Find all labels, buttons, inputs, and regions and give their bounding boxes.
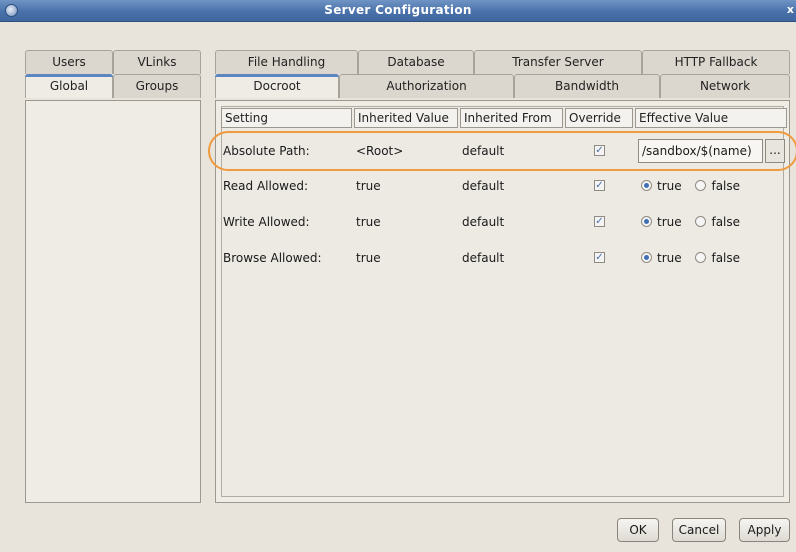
override-checkbox[interactable]: ✓ — [594, 252, 605, 263]
radio-label: false — [711, 179, 741, 193]
radio-button[interactable] — [695, 180, 707, 191]
header-inherited-from[interactable]: Inherited From — [460, 108, 563, 128]
radio-label: true — [657, 179, 682, 193]
inherited-value: <Root> — [356, 144, 404, 158]
write-allowed-radio-group: true false — [641, 215, 750, 229]
inherited-from: default — [462, 144, 505, 158]
radio-button[interactable] — [641, 252, 652, 263]
tab-database[interactable]: Database — [358, 50, 474, 74]
tab-file-handling[interactable]: File Handling — [215, 50, 358, 74]
inherited-value: true — [356, 251, 381, 265]
title-bar: Server Configuration x — [0, 0, 796, 22]
header-effective-value[interactable]: Effective Value — [635, 108, 787, 128]
apply-button[interactable]: Apply — [739, 518, 790, 542]
browse-path-button[interactable]: ... — [765, 139, 785, 163]
header-override[interactable]: Override — [565, 108, 633, 128]
tab-docroot[interactable]: Docroot — [215, 74, 339, 98]
tab-authorization[interactable]: Authorization — [339, 74, 514, 98]
inherited-value: true — [356, 179, 381, 193]
radio-button[interactable] — [641, 216, 652, 227]
radio-button[interactable] — [695, 252, 707, 263]
setting-label: Absolute Path: — [223, 144, 310, 158]
header-setting[interactable]: Setting — [221, 108, 352, 128]
radio-true-option[interactable]: true — [641, 251, 682, 265]
read-allowed-radio-group: true false — [641, 179, 750, 193]
radio-label: false — [711, 251, 741, 265]
inherited-from: default — [462, 215, 505, 229]
radio-button[interactable] — [695, 216, 707, 227]
absolute-path-field[interactable]: /sandbox/$(name) — [638, 139, 763, 163]
radio-label: true — [657, 215, 682, 229]
inherited-value: true — [356, 215, 381, 229]
tab-transfer-server[interactable]: Transfer Server — [474, 50, 642, 74]
radio-true-option[interactable]: true — [641, 215, 682, 229]
radio-false-option[interactable]: false — [695, 215, 740, 229]
setting-label: Browse Allowed: — [223, 251, 322, 265]
override-checkbox[interactable]: ✓ — [594, 145, 605, 156]
radio-false-option[interactable]: false — [695, 251, 740, 265]
browse-allowed-radio-group: true false — [641, 251, 750, 265]
header-inherited-value[interactable]: Inherited Value — [354, 108, 458, 128]
inherited-from: default — [462, 251, 505, 265]
radio-button[interactable] — [641, 180, 652, 191]
radio-false-option[interactable]: false — [695, 179, 740, 193]
override-checkbox[interactable]: ✓ — [594, 180, 605, 191]
radio-label: false — [711, 215, 741, 229]
tab-global[interactable]: Global — [25, 74, 113, 98]
radio-label: true — [657, 251, 682, 265]
setting-label: Write Allowed: — [223, 215, 310, 229]
window-title: Server Configuration — [324, 3, 472, 17]
cancel-button[interactable]: Cancel — [672, 518, 726, 542]
close-icon[interactable]: x — [787, 3, 794, 16]
ok-button[interactable]: OK — [617, 518, 659, 542]
tab-bandwidth[interactable]: Bandwidth — [514, 74, 660, 98]
setting-label: Read Allowed: — [223, 179, 309, 193]
override-checkbox[interactable]: ✓ — [594, 216, 605, 227]
tab-groups[interactable]: Groups — [113, 74, 201, 98]
group-list-panel — [25, 100, 201, 503]
tab-http-fallback[interactable]: HTTP Fallback — [642, 50, 790, 74]
tab-vlinks[interactable]: VLinks — [113, 50, 201, 74]
inherited-from: default — [462, 179, 505, 193]
tab-users[interactable]: Users — [25, 50, 113, 74]
tab-network[interactable]: Network — [660, 74, 790, 98]
radio-true-option[interactable]: true — [641, 179, 682, 193]
